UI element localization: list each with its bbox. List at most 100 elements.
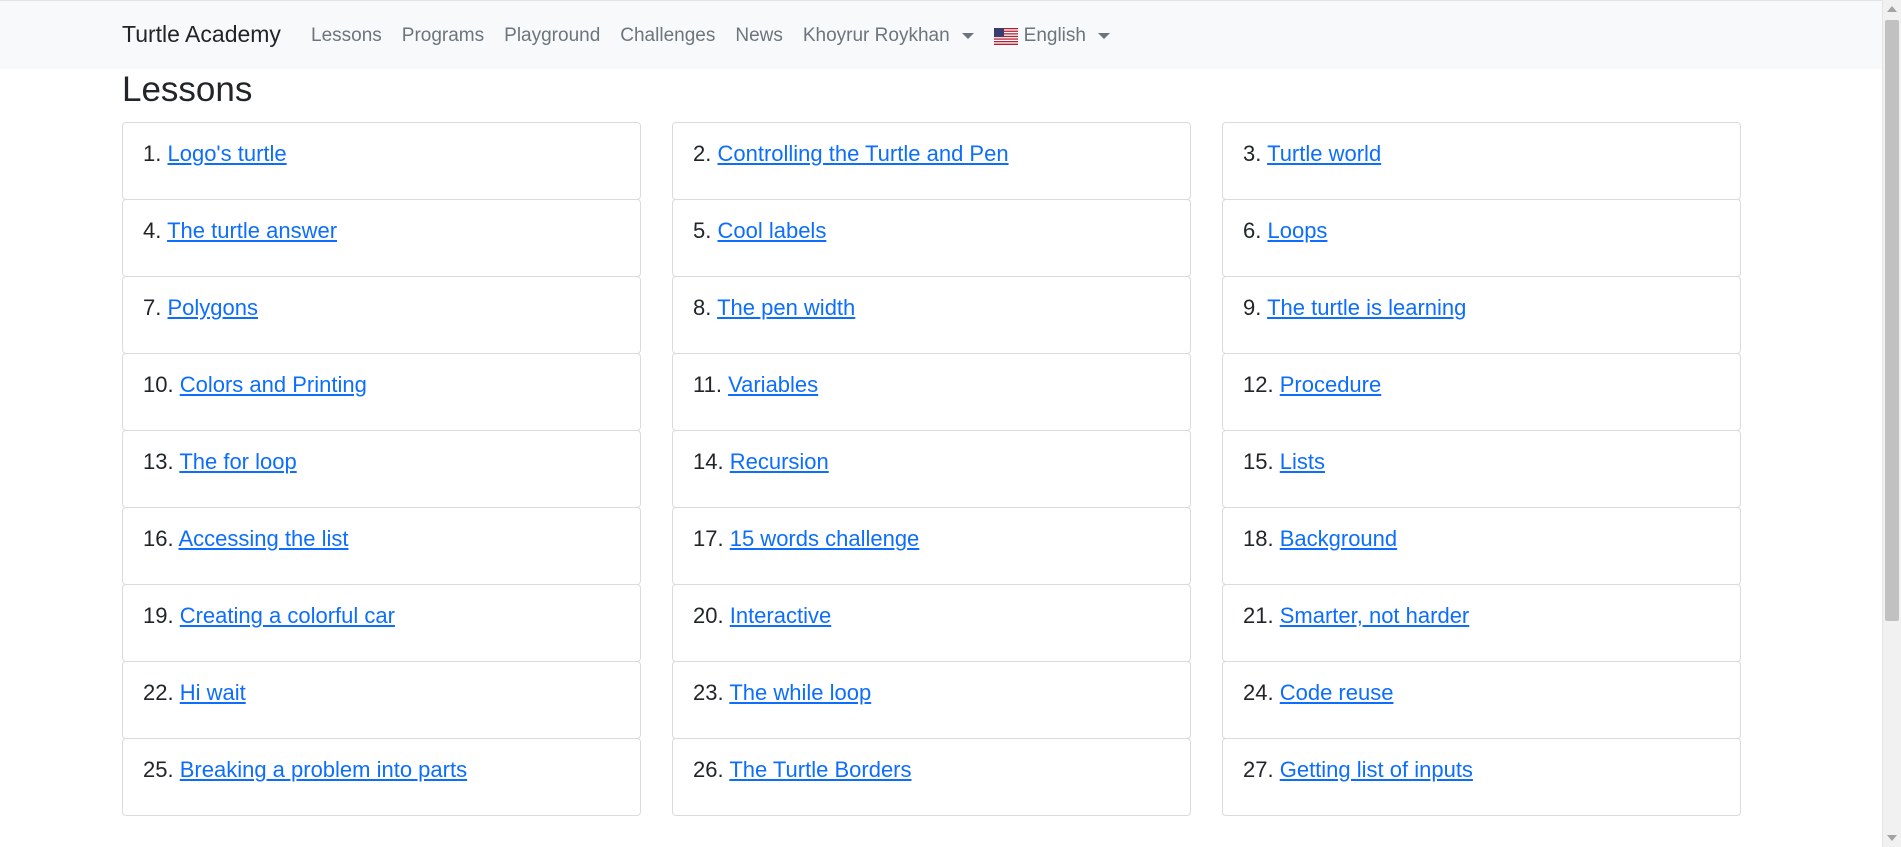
lesson-link[interactable]: Procedure (1280, 372, 1382, 397)
lesson-card: 16. Accessing the list (122, 507, 641, 585)
lesson-card: 2. Controlling the Turtle and Pen (672, 122, 1191, 200)
lesson-card: 8. The pen width (672, 276, 1191, 354)
lesson-grid: 1. Logo's turtle 2. Controlling the Turtl… (122, 122, 1741, 816)
lesson-number: 5. (693, 218, 712, 243)
lesson-link[interactable]: Accessing the list (179, 526, 349, 551)
lesson-card: 5. Cool labels (672, 199, 1191, 277)
lesson-link[interactable]: Controlling the Turtle and Pen (717, 141, 1008, 166)
language-dropdown[interactable]: English (993, 25, 1110, 47)
lesson-number: 7. (143, 295, 162, 320)
lesson-number: 15. (1243, 449, 1274, 474)
lesson-link[interactable]: Hi wait (180, 680, 246, 705)
lesson-card: 12. Procedure (1222, 353, 1741, 431)
lesson-card: 26. The Turtle Borders (672, 738, 1191, 816)
lesson-number: 3. (1243, 141, 1262, 166)
lesson-number: 12. (1243, 372, 1274, 397)
lesson-card: 23. The while loop (672, 661, 1191, 739)
lesson-link[interactable]: Turtle world (1267, 141, 1381, 166)
lesson-link[interactable]: Interactive (730, 603, 832, 628)
lesson-card: 6. Loops (1222, 199, 1741, 277)
lesson-number: 2. (693, 141, 712, 166)
scroll-down-arrow-icon[interactable] (1887, 835, 1897, 841)
lesson-number: 23. (693, 680, 724, 705)
lesson-link[interactable]: Variables (728, 372, 818, 397)
lesson-card: 3. Turtle world (1222, 122, 1741, 200)
lesson-number: 18. (1243, 526, 1274, 551)
lesson-card: 19. Creating a colorful car (122, 584, 641, 662)
lesson-link[interactable]: Creating a colorful car (180, 603, 395, 628)
user-name-label: Khoyrur Roykhan (802, 25, 950, 46)
lesson-link[interactable]: Loops (1267, 218, 1327, 243)
nav-link-challenges[interactable]: Challenges (620, 25, 715, 47)
lesson-number: 1. (143, 141, 162, 166)
lesson-number: 11. (693, 372, 722, 397)
lesson-link[interactable]: Colors and Printing (180, 372, 367, 397)
lesson-number: 19. (143, 603, 174, 628)
lesson-card: 7. Polygons (122, 276, 641, 354)
lesson-link[interactable]: The pen width (717, 295, 855, 320)
lesson-number: 4. (143, 218, 162, 243)
scroll-up-arrow-icon[interactable] (1887, 6, 1897, 12)
lesson-card: 9. The turtle is learning (1222, 276, 1741, 354)
top-navbar: Turtle Academy Lessons Programs Playgrou… (0, 0, 1882, 69)
nav-links: Lessons Programs Playground Challenges N… (311, 25, 1110, 47)
lesson-link[interactable]: Lists (1280, 449, 1325, 474)
lesson-link[interactable]: 15 words challenge (730, 526, 920, 551)
lesson-card: 18. Background (1222, 507, 1741, 585)
lesson-link[interactable]: Background (1280, 526, 1397, 551)
lesson-number: 9. (1243, 295, 1262, 320)
lesson-number: 27. (1243, 757, 1274, 782)
lesson-number: 16. (143, 526, 174, 551)
lesson-link[interactable]: Code reuse (1280, 680, 1394, 705)
nav-link-lessons[interactable]: Lessons (311, 25, 382, 47)
lesson-number: 25. (143, 757, 174, 782)
lesson-number: 22. (143, 680, 174, 705)
lesson-number: 24. (1243, 680, 1274, 705)
lesson-link[interactable]: The for loop (179, 449, 296, 474)
lesson-link[interactable]: The turtle is learning (1267, 295, 1466, 320)
lesson-link[interactable]: Cool labels (717, 218, 826, 243)
lesson-link[interactable]: Polygons (167, 295, 258, 320)
lesson-card: 20. Interactive (672, 584, 1191, 662)
lesson-card: 15. Lists (1222, 430, 1741, 508)
brand-link[interactable]: Turtle Academy (122, 21, 281, 48)
nav-link-news[interactable]: News (735, 25, 783, 47)
lesson-link[interactable]: The Turtle Borders (729, 757, 911, 782)
chevron-down-icon (961, 33, 974, 39)
lesson-link[interactable]: Breaking a problem into parts (180, 757, 467, 782)
lesson-link[interactable]: Smarter, not harder (1280, 603, 1470, 628)
user-menu-dropdown[interactable]: Khoyrur Roykhan (803, 25, 974, 47)
lesson-number: 8. (693, 295, 712, 320)
page-title: Lessons (122, 70, 253, 109)
vertical-scrollbar[interactable] (1882, 0, 1901, 847)
lesson-card: 24. Code reuse (1222, 661, 1741, 739)
lesson-card: 21. Smarter, not harder (1222, 584, 1741, 662)
lesson-link[interactable]: Getting list of inputs (1280, 757, 1473, 782)
lesson-card: 13. The for loop (122, 430, 641, 508)
lesson-card: 14. Recursion (672, 430, 1191, 508)
scrollbar-thumb[interactable] (1885, 20, 1899, 621)
lesson-card: 10. Colors and Printing (122, 353, 641, 431)
lesson-number: 17. (693, 526, 724, 551)
lesson-link[interactable]: The while loop (729, 680, 871, 705)
lesson-card: 4. The turtle answer (122, 199, 641, 277)
chevron-down-icon (1097, 33, 1110, 39)
lesson-card: 1. Logo's turtle (122, 122, 641, 200)
nav-link-programs[interactable]: Programs (402, 25, 484, 47)
lesson-link[interactable]: The turtle answer (167, 218, 337, 243)
lesson-number: 13. (143, 449, 174, 474)
lesson-number: 10. (143, 372, 174, 397)
lesson-card: 27. Getting list of inputs (1222, 738, 1741, 816)
lesson-link[interactable]: Logo's turtle (167, 141, 286, 166)
lesson-card: 11. Variables (672, 353, 1191, 431)
lesson-number: 26. (693, 757, 724, 782)
lesson-number: 6. (1243, 218, 1262, 243)
lesson-number: 20. (693, 603, 724, 628)
lesson-number: 14. (693, 449, 724, 474)
language-label: English (1023, 25, 1086, 46)
lesson-link[interactable]: Recursion (730, 449, 829, 474)
lesson-card: 22. Hi wait (122, 661, 641, 739)
nav-link-playground[interactable]: Playground (504, 25, 600, 47)
lesson-card: 25. Breaking a problem into parts (122, 738, 641, 816)
us-flag-icon (993, 27, 1018, 45)
